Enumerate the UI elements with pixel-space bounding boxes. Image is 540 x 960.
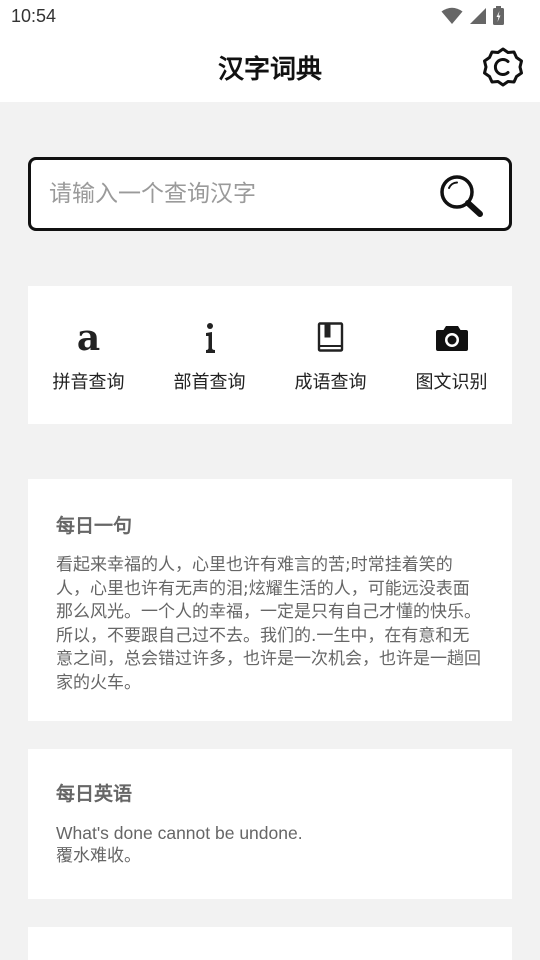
radical-lookup-button[interactable]: 部首查询 (149, 286, 270, 424)
daily-english-body: What's done cannot be undone. 覆水难收。 (56, 822, 484, 867)
image-recognition-button[interactable]: 图文识别 (391, 286, 512, 424)
page-title: 汉字词典 (217, 55, 322, 85)
search-button[interactable] (437, 172, 485, 220)
pinyin-lookup-button[interactable]: a 拼音查询 (28, 286, 149, 424)
status-icons (441, 6, 504, 25)
status-bar: 10:54 (0, 0, 540, 34)
search-input[interactable] (49, 172, 429, 216)
daily-english-title: 每日英语 (56, 783, 133, 805)
settings-icon (483, 47, 523, 87)
quick-action-label: 图文识别 (415, 372, 488, 393)
status-time: 10:54 (11, 6, 57, 26)
quick-actions: a 拼音查询 部首查询 成语查询 图文识别 (28, 286, 512, 424)
app-bar: 汉字词典 (0, 34, 540, 102)
daily-english-translation: 覆水难收。 (56, 845, 141, 866)
daily-sentence-card: 每日一句 看起来幸福的人，心里也许有难言的苦;时常挂着笑的人，心里也许有无声的泪… (28, 479, 512, 721)
wifi-icon (441, 7, 463, 24)
daily-english-sentence: What's done cannot be undone. (56, 823, 303, 843)
next-card (28, 927, 512, 960)
quick-action-label: 拼音查询 (52, 372, 125, 393)
search-box (28, 157, 512, 231)
settings-button[interactable] (480, 44, 526, 90)
pinyin-a-icon: a (76, 317, 101, 359)
daily-english-card: 每日英语 What's done cannot be undone. 覆水难收。 (28, 749, 512, 899)
camera-icon (435, 320, 469, 356)
battery-icon (493, 6, 504, 25)
daily-sentence-title: 每日一句 (56, 515, 133, 537)
idiom-lookup-button[interactable]: 成语查询 (270, 286, 391, 424)
daily-sentence-text: 看起来幸福的人，心里也许有难言的苦;时常挂着笑的人，心里也许有无声的泪;炫耀生活… (56, 555, 481, 693)
quick-action-label: 部首查询 (173, 372, 246, 393)
quick-action-label: 成语查询 (294, 372, 367, 393)
radical-icon (202, 320, 218, 356)
book-icon (317, 320, 345, 356)
search-icon (440, 175, 483, 217)
cell-signal-icon (470, 7, 486, 24)
